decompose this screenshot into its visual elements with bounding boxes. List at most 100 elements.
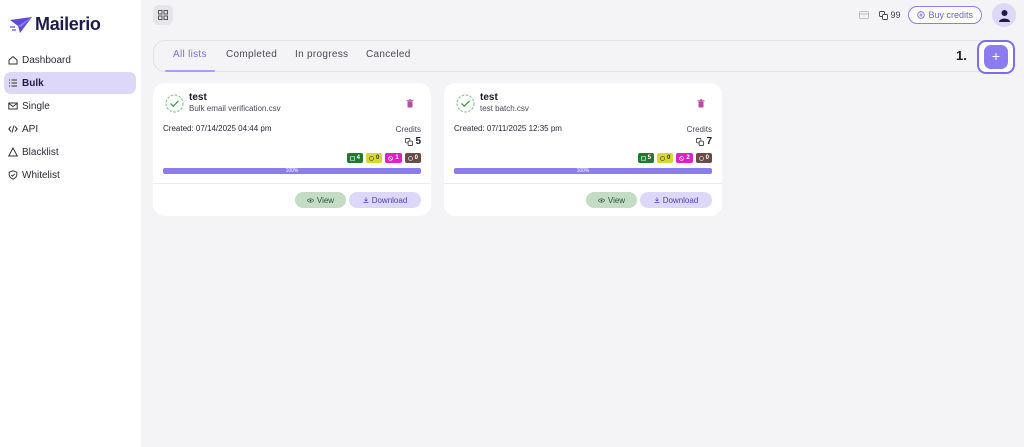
sidebar-item-single[interactable]: Single [4, 95, 136, 117]
result-badges: 5 0 2 0 [637, 153, 712, 163]
block-icon [698, 155, 704, 161]
eye-icon [306, 198, 314, 202]
sidebar-item-label: Single [22, 100, 50, 112]
list-title: test [480, 92, 498, 103]
paper-plane-logo-icon [10, 16, 32, 33]
download-icon [654, 197, 660, 203]
credits-label: Credits [686, 125, 712, 134]
view-label: View [607, 195, 626, 205]
sidebar-item-label: API [22, 123, 39, 135]
mail-icon [8, 101, 18, 111]
sidebar: Mailerio Dashboard Bulk Single API Black… [0, 0, 141, 447]
unknown-count-badge: 0 [656, 153, 674, 163]
progress-fill: 100% [454, 168, 712, 174]
invalid-count-badge: 1 [385, 153, 402, 163]
list-card: test Bulk email verification.csv Created… [153, 83, 431, 216]
badge-value: 0 [705, 155, 709, 161]
trash-icon[interactable] [406, 99, 414, 108]
view-label: View [316, 195, 335, 205]
code-icon [8, 124, 18, 134]
list-icon [8, 78, 18, 88]
card-divider [444, 183, 722, 184]
sidebar-item-blacklist[interactable]: Blacklist [4, 141, 136, 163]
credits-balance: 99 [879, 10, 900, 20]
coins-icon [696, 137, 705, 146]
plus-circle-icon [917, 11, 926, 19]
download-button[interactable]: Download [349, 192, 421, 208]
created-date: Created: 07/11/2025 12:35 pm [454, 124, 562, 133]
sidebar-item-dashboard[interactable]: Dashboard [4, 49, 136, 71]
sidebar-item-label: Bulk [22, 77, 44, 89]
result-badges: 4 0 1 0 [346, 153, 421, 163]
list-filename: Bulk email verification.csv [189, 104, 281, 113]
tab-canceled[interactable]: Canceled [366, 41, 411, 71]
list-title: test [189, 92, 207, 103]
tab-in-progress[interactable]: In progress [295, 41, 348, 71]
sidebar-item-whitelist[interactable]: Whitelist [4, 164, 136, 186]
app-logo[interactable]: Mailerio [10, 14, 101, 35]
created-date: Created: 07/14/2025 04:44 pm [163, 124, 272, 133]
download-label: Download [371, 195, 408, 205]
badge-value: 4 [356, 155, 360, 161]
badge-value: 5 [647, 155, 651, 161]
question-icon [660, 155, 665, 161]
unknown-count-badge: 0 [365, 153, 383, 163]
user-icon [998, 9, 1010, 22]
card-divider [153, 183, 431, 184]
tab-all-lists[interactable]: All lists [165, 41, 215, 72]
blocked-count-badge: 0 [695, 153, 712, 163]
ban-icon [679, 155, 685, 161]
buy-credits-label: Buy credits [928, 10, 973, 20]
valid-count-badge: 5 [637, 153, 654, 163]
user-avatar[interactable] [992, 3, 1016, 27]
grid-icon [158, 10, 168, 20]
warning-icon [8, 147, 18, 157]
eye-icon [597, 198, 605, 202]
tab-completed[interactable]: Completed [226, 41, 277, 71]
apps-grid-button[interactable] [153, 5, 173, 25]
question-icon [369, 155, 374, 161]
check-circle-icon [165, 94, 184, 113]
step-annotation: 1. [956, 48, 967, 63]
credits-used-value: 7 [706, 136, 712, 147]
badge-value: 0 [414, 155, 418, 161]
shield-check-icon [8, 170, 18, 180]
download-button[interactable]: Download [640, 192, 712, 208]
ban-icon [388, 155, 394, 161]
block-icon [407, 155, 413, 161]
credits-balance-value: 99 [890, 10, 901, 20]
sidebar-item-label: Blacklist [22, 146, 59, 158]
badge-value: 0 [666, 155, 671, 161]
home-icon [8, 55, 18, 65]
credits-used: 5 [405, 136, 421, 147]
trash-icon[interactable] [697, 99, 705, 108]
sidebar-nav: Dashboard Bulk Single API Blacklist Whit… [0, 49, 141, 187]
badge-value: 2 [686, 155, 690, 161]
sidebar-item-bulk[interactable]: Bulk [4, 72, 136, 94]
credits-label: Credits [395, 125, 421, 134]
header-right: 99 Buy credits [859, 3, 1016, 27]
view-button[interactable]: View [586, 192, 637, 208]
mail-check-icon [640, 156, 646, 161]
add-list-button[interactable]: + [984, 45, 1008, 69]
list-card: test test batch.csv Created: 07/11/2025 … [444, 83, 722, 216]
credits-used-value: 5 [415, 136, 421, 147]
progress-bar: 100% [163, 168, 421, 174]
list-filter-tabs: All lists Completed In progress Canceled [153, 40, 1015, 72]
valid-count-badge: 4 [346, 153, 363, 163]
badge-value: 0 [375, 155, 380, 161]
check-circle-icon [456, 94, 475, 113]
sidebar-item-api[interactable]: API [4, 118, 136, 140]
coins-icon [405, 137, 414, 146]
blocked-count-badge: 0 [404, 153, 421, 163]
sidebar-item-label: Dashboard [22, 54, 71, 66]
download-label: Download [662, 195, 699, 205]
view-button[interactable]: View [295, 192, 346, 208]
download-icon [363, 197, 369, 203]
credits-used: 7 [696, 136, 712, 147]
list-filename: test batch.csv [480, 104, 529, 113]
mail-check-icon [349, 156, 355, 161]
buy-credits-button[interactable]: Buy credits [908, 6, 982, 24]
coins-icon [879, 10, 889, 20]
sidebar-item-label: Whitelist [22, 169, 60, 181]
